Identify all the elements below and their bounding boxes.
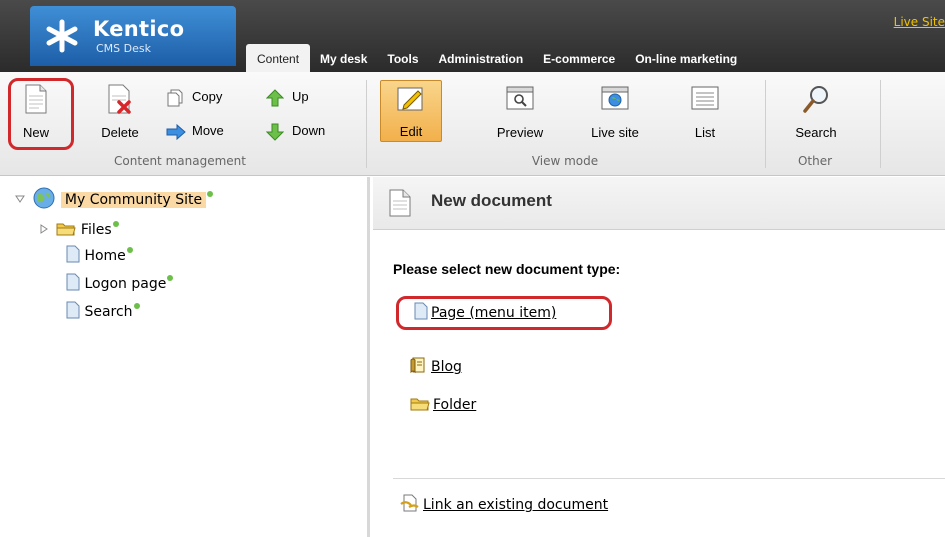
link-existing-label[interactable]: Link an existing document [423,497,608,513]
up-label: Up [292,89,309,104]
status-dot [112,221,119,227]
logo-name: Kentico [93,17,185,41]
link-existing-document[interactable]: Link an existing document [400,494,608,516]
list-label: List [694,125,716,140]
page-title: New document [431,191,552,210]
tree-item-label: Search [84,304,133,320]
status-dot [167,275,174,281]
move-label: Move [192,123,224,138]
panel-header: New document [373,177,945,230]
status-dot [126,247,133,253]
search-icon [803,86,828,113]
ribbon-separator [880,80,881,168]
copy-icon [167,89,183,107]
tab-e-commerce[interactable]: E-commerce [533,46,625,72]
collapse-triangle-icon [15,195,25,203]
ribbon-separator [765,80,766,168]
edit-label: Edit [399,124,423,139]
live-site-label: Live site [591,125,639,140]
search-label: Search [795,125,837,140]
down-button[interactable]: Down [266,120,338,142]
group-label-other: Other [797,154,833,168]
arrow-up-icon [266,89,284,107]
tree-item-label: Logon page [84,276,167,292]
divider [393,478,945,479]
document-type-prompt: Please select new document type: [393,261,621,277]
tree-item-logon-page[interactable]: Logon page [66,273,174,295]
link-document-icon [400,494,419,512]
tree-item-home[interactable]: Home [66,245,133,267]
status-dot [133,303,140,309]
copy-button[interactable]: Copy [166,86,246,108]
move-icon [166,123,186,141]
delete-document-icon [108,84,131,114]
tab-on-line-marketing[interactable]: On-line marketing [625,46,747,72]
kentico-logo[interactable]: Kentico CMS Desk [30,6,236,66]
highlight-new-button [8,78,74,150]
ribbon-separator [366,80,367,168]
toolbar-ribbon: New Delete Copy Move Up Down Content man… [0,72,945,176]
delete-button-label: Delete [101,125,139,140]
folder-icon [56,223,77,236]
up-button[interactable]: Up [266,86,326,108]
doc-type-link[interactable]: Folder [433,397,476,413]
live-site-link[interactable]: Live Site [894,15,945,29]
group-label-content-management: Content management [114,154,246,168]
tree-item-search[interactable]: Search [66,301,140,323]
page-icon [66,301,80,319]
live-site-button[interactable]: Live site [578,80,652,142]
doc-type-blog[interactable]: Blog [410,356,462,378]
list-button[interactable]: List [680,80,730,142]
tree-item-label: Home [84,248,126,264]
tree-root-label: My Community Site [60,192,207,208]
new-document-icon [389,189,411,217]
live-site-globe-icon [601,86,629,110]
arrow-down-icon [266,123,284,141]
blog-icon [410,357,425,374]
expand-triangle-icon [40,224,48,234]
copy-label: Copy [192,89,223,104]
page-icon [66,245,80,263]
down-label: Down [292,123,326,138]
tab-tools[interactable]: Tools [377,46,428,72]
tab-my-desk[interactable]: My desk [310,46,377,72]
highlight-page-menu-item [396,296,612,330]
group-label-view-mode: View mode [531,154,599,168]
doc-type-link[interactable]: Blog [431,359,462,375]
list-icon [691,86,719,110]
logo-subtitle: CMS Desk [96,42,151,55]
tab-administration[interactable]: Administration [429,46,534,72]
status-dot [207,191,214,197]
content-tree: My Community Site Files Home Logon page … [0,177,370,537]
preview-icon [506,86,534,110]
tree-root[interactable]: My Community Site [14,187,214,209]
preview-label: Preview [496,125,544,140]
search-button[interactable]: Search [786,80,846,142]
kentico-logo-icon [46,19,78,53]
page-icon [66,273,80,291]
globe-icon [33,187,55,209]
doc-type-folder[interactable]: Folder [410,394,476,416]
tree-item-files[interactable]: Files [38,219,119,241]
top-header-bar: Kentico CMS Desk Live Site Content My de… [0,0,945,72]
move-button[interactable]: Move [166,120,246,142]
tab-content[interactable]: Content [246,44,311,72]
edit-icon [397,87,423,111]
edit-button[interactable]: Edit [380,80,442,142]
folder-icon [410,398,430,411]
preview-button[interactable]: Preview [488,80,552,142]
delete-button[interactable]: Delete [92,80,148,142]
main-tabs: Content My desk Tools Administration E-c… [246,44,747,72]
tree-item-label: Files [80,222,112,238]
